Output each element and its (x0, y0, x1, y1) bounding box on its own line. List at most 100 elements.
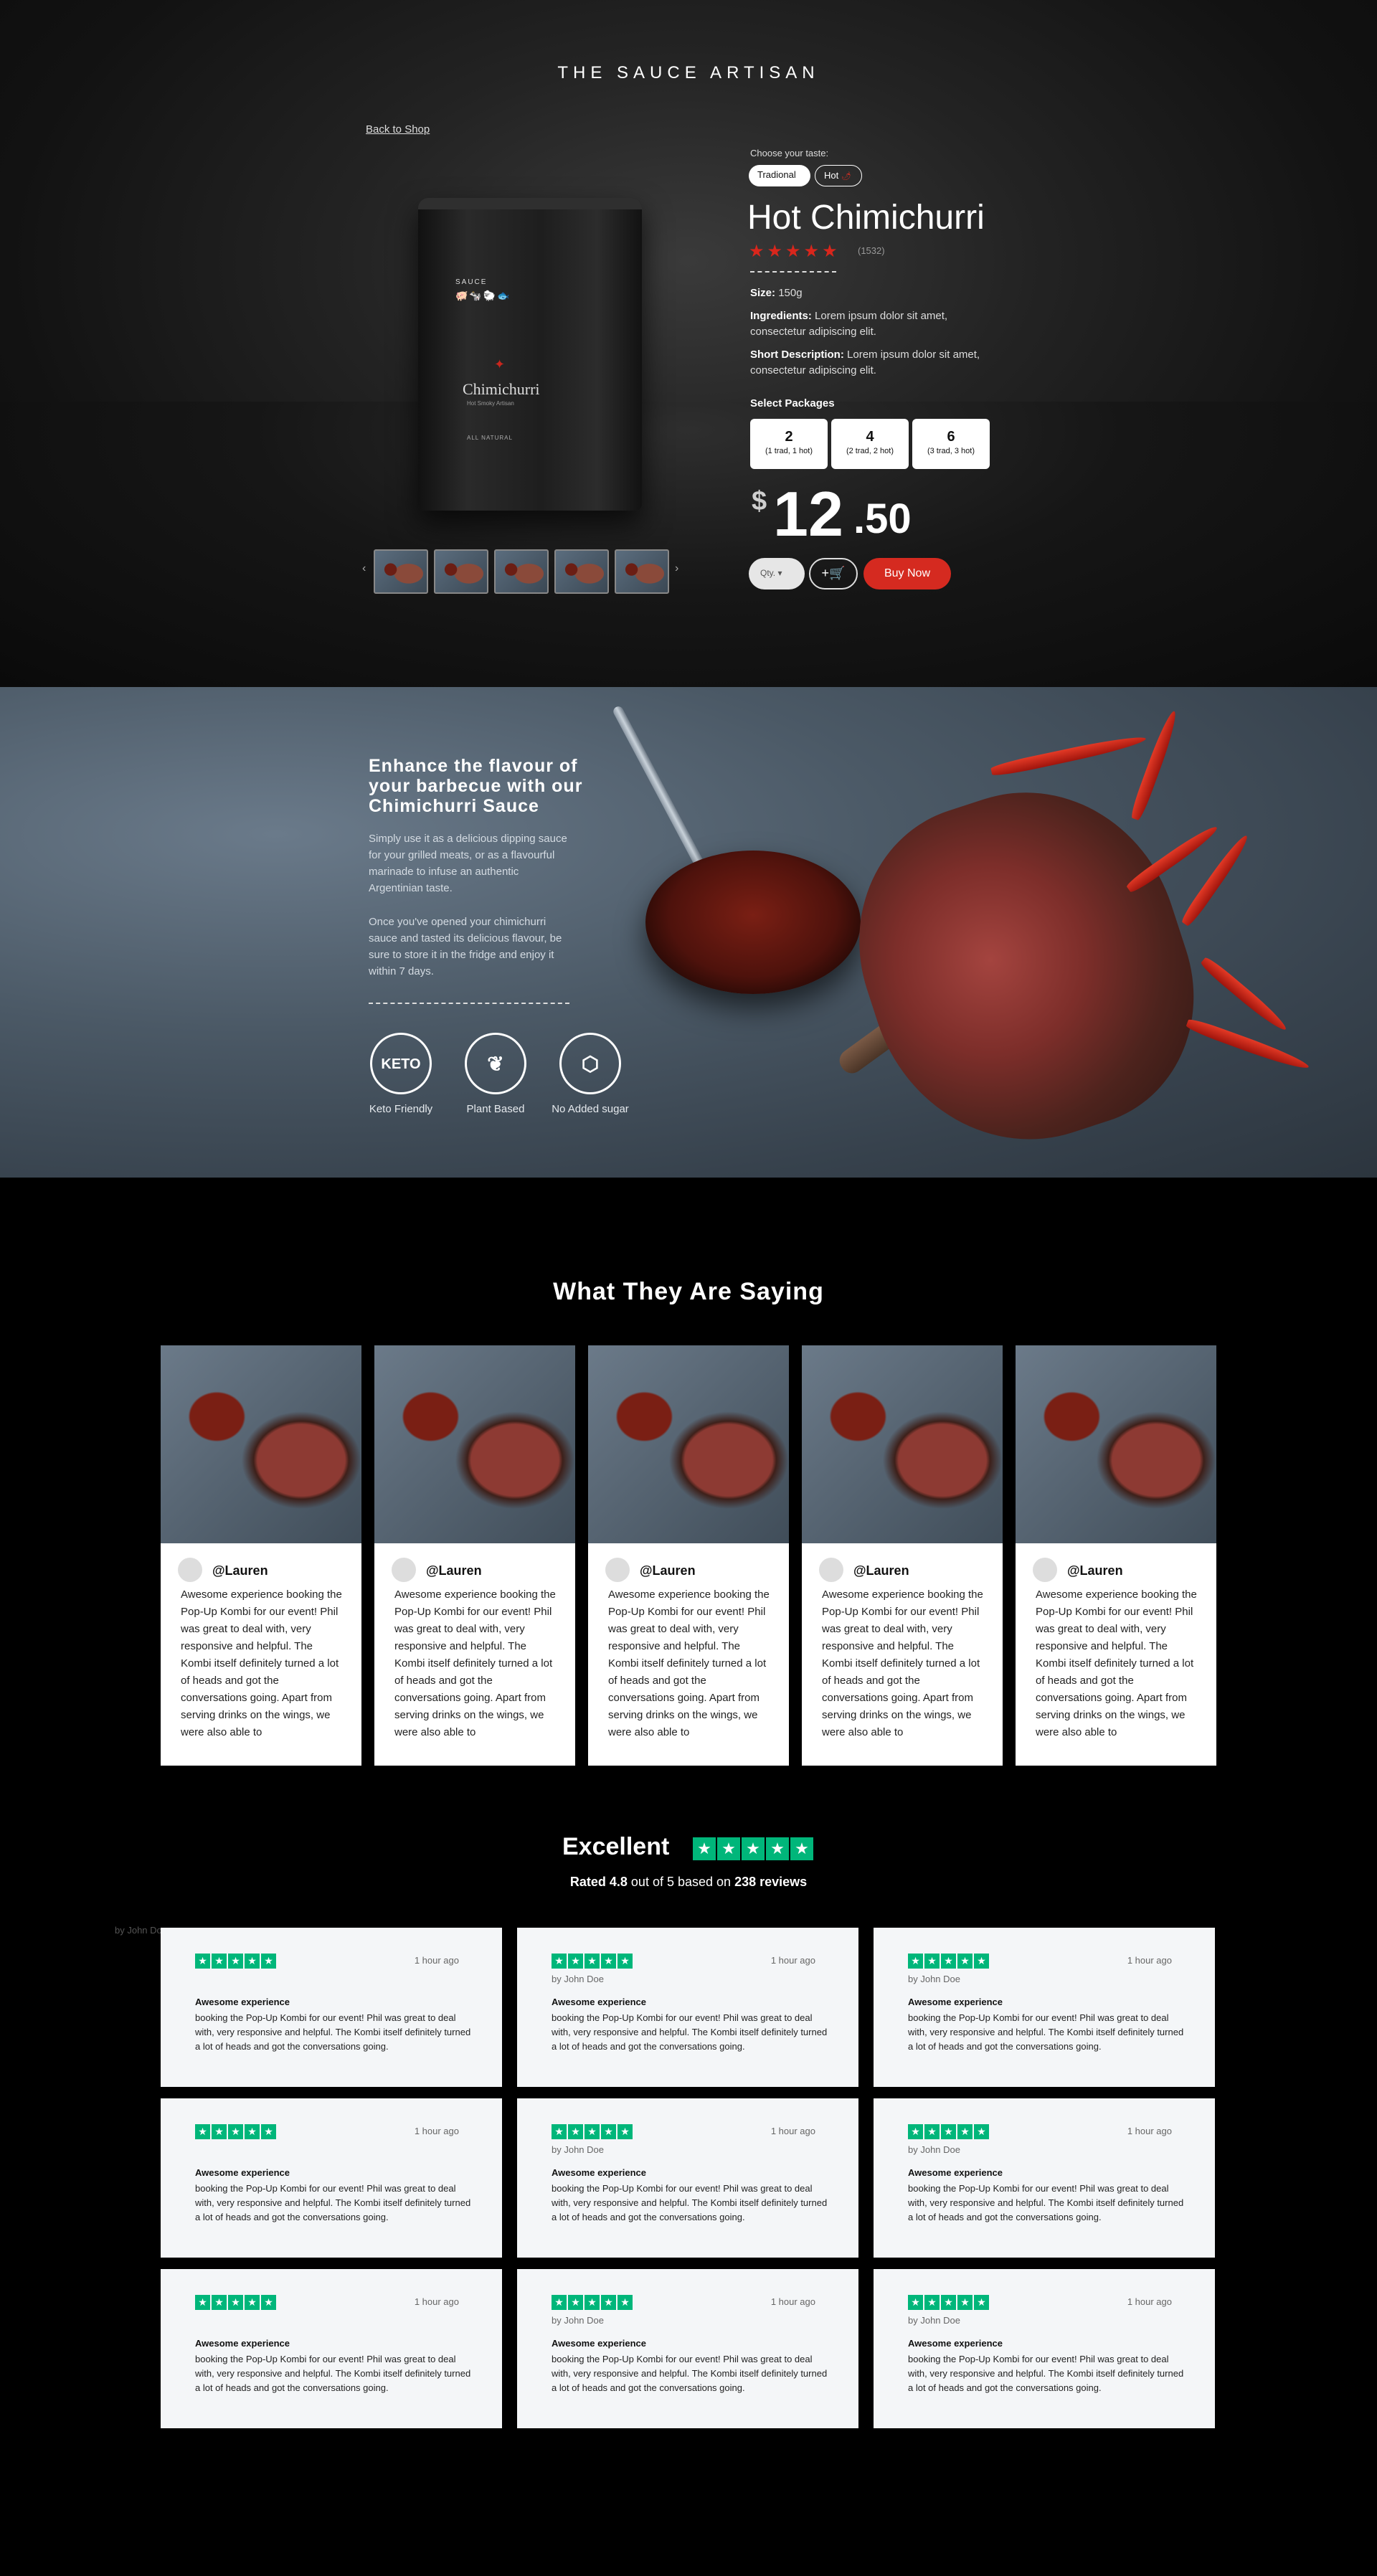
price-whole: 12 (773, 478, 843, 549)
review-time: 1 hour ago (770, 2296, 815, 2307)
gallery-thumbnail[interactable] (434, 549, 488, 594)
gallery-thumbnail[interactable] (615, 549, 669, 594)
review-card: ★ ★ ★ ★ ★ 1 hour ago by John Doe Awesome experi… (517, 1928, 858, 2087)
package-count: 6 (947, 429, 955, 445)
package-option[interactable]: 2 (1 trad, 1 hot) (750, 419, 828, 469)
star-icon: ★ (261, 2295, 276, 2310)
star-icon: ★ (601, 2124, 616, 2139)
review-card: ★ ★ ★ ★ ★ 1 hour ago by John Doe Awesome experi… (874, 2269, 1215, 2428)
star-icon: ★ (941, 2295, 956, 2310)
star-icon: ★ (261, 2124, 276, 2139)
package-detail: (3 trad, 3 hot) (927, 447, 975, 455)
chevron-down-icon: ▾ (777, 568, 782, 578)
divider (369, 1003, 569, 1004)
feature-paragraph: Once you've opened your chimichurri sauc… (369, 916, 562, 977)
testimonial-photo (374, 1345, 575, 1543)
hero-floor-backdrop (0, 402, 1377, 687)
chili-pepper-image (990, 732, 1148, 778)
pouch-subtitle: Hot Smoky Artisan (467, 400, 514, 407)
star-icon: ★ (908, 1954, 923, 1969)
star-icon: ★ (941, 1954, 956, 1969)
star-icon: ★ (195, 2295, 210, 2310)
testimonial-handle: @Lauren (212, 1563, 268, 1578)
star-icon: ★ (228, 1954, 243, 1969)
chevron-left-icon[interactable]: ‹ (362, 562, 366, 575)
pouch-seal (418, 198, 642, 209)
star-icon: ★ (212, 2295, 227, 2310)
star-icon: ★ (568, 2124, 583, 2139)
quantity-select[interactable]: Qty. ▾ (749, 558, 805, 589)
star-icon: ★ (617, 2124, 633, 2139)
packages-label: Select Packages (750, 397, 835, 409)
rating-count[interactable]: (1532) (858, 245, 885, 256)
gallery-thumbnail[interactable] (554, 549, 609, 594)
gallery-thumbnail[interactable] (374, 549, 428, 594)
review-text: booking the Pop-Up Kombi for our event! … (908, 2012, 1184, 2052)
star-icon: ★ (908, 2124, 923, 2139)
star-icon: ★ (585, 2124, 600, 2139)
buy-now-button[interactable]: Buy Now (863, 558, 951, 589)
star-icon: ★ (974, 2124, 989, 2139)
star-icon: ★ (617, 1954, 633, 1969)
review-card: ★ ★ ★ ★ ★ 1 hour ago Awesome experience booking… (161, 1928, 502, 2087)
chili-icon: ✦ (494, 357, 506, 371)
testimonial-photo (802, 1345, 1003, 1543)
star-icon: ★ (245, 2295, 260, 2310)
star-icon: ★ (601, 1954, 616, 1969)
feature-banner: Enhance the flavour of your barbecue wit… (0, 687, 1377, 1178)
testimonial-card: @Lauren Awesome experience booking the P… (161, 1345, 361, 1766)
review-text: booking the Pop-Up Kombi for our event! … (195, 2183, 471, 2222)
pouch-product-name: Chimichurri (463, 380, 540, 398)
review-title: Awesome experience (195, 2167, 290, 2178)
review-card: ★ ★ ★ ★ ★ 1 hour ago by John Doe Awesome experi… (517, 2269, 858, 2428)
star-icon: ★ (245, 1954, 260, 1969)
star-icon: ★ (924, 1954, 940, 1969)
star-icon: ★ (245, 2124, 260, 2139)
taste-option-label: Hot (824, 170, 839, 181)
review-time: 1 hour ago (770, 1955, 815, 1966)
avatar (605, 1558, 630, 1582)
testimonial-card: @Lauren Awesome experience booking the P… (374, 1345, 575, 1766)
taste-option-traditional[interactable]: Tradional (749, 165, 810, 186)
gallery-thumbnail[interactable] (494, 549, 549, 594)
size-value: 150g (778, 287, 803, 299)
review-title: Awesome experience (552, 1997, 646, 2007)
badge-label: Plant Based (466, 1103, 525, 1115)
taste-option-hot[interactable]: Hot 🌶 (815, 165, 862, 186)
review-card: ★ ★ ★ ★ ★ 1 hour ago by John Doe Awesome experi… (517, 2098, 858, 2258)
rating-stars-icon: ★★★★★ (749, 242, 841, 261)
star-icon: ★ (552, 2124, 567, 2139)
ingredients-label: Ingredients: (750, 310, 812, 322)
chili-pepper-image (1198, 955, 1290, 1035)
star-icon: ★ (924, 2295, 940, 2310)
review-text: booking the Pop-Up Kombi for our event! … (552, 2354, 828, 2393)
review-title: Awesome experience (908, 1997, 1003, 2007)
feature-paragraph: Simply use it as a delicious dipping sau… (369, 833, 567, 894)
testimonial-text: Awesome experience booking the Pop-Up Ko… (181, 1588, 342, 1738)
testimonial-handle: @Lauren (426, 1563, 482, 1578)
star-icon: ★ (195, 1954, 210, 1969)
price-cents: .50 (853, 496, 912, 542)
package-detail: (1 trad, 1 hot) (765, 447, 813, 455)
review-card: ★ ★ ★ ★ ★ 1 hour ago by John Doe Awesome experi… (874, 2098, 1215, 2258)
testimonial-handle: @Lauren (853, 1563, 909, 1578)
package-count: 4 (866, 429, 874, 445)
testimonial-text: Awesome experience booking the Pop-Up Ko… (394, 1588, 556, 1738)
star-icon: ★ (552, 2295, 567, 2310)
review-text: booking the Pop-Up Kombi for our event! … (552, 2183, 828, 2222)
add-to-cart-button[interactable]: +🛒 (809, 558, 858, 589)
chevron-right-icon[interactable]: › (675, 562, 678, 575)
product-packshot: SAUCE 🐖🐄🐑🐟 ✦ Chimichurri Hot Smoky Artis… (418, 198, 642, 511)
sugar-cube-icon: ⬡ (559, 1033, 621, 1094)
testimonial-photo (588, 1345, 789, 1543)
star-icon: ★ (941, 2124, 956, 2139)
pouch-natural-label: ALL NATURAL (467, 435, 513, 441)
back-to-shop-link[interactable]: Back to Shop (366, 123, 430, 136)
brand-logo[interactable]: THE SAUCE ARTISAN (0, 63, 1377, 83)
avatar (1033, 1558, 1057, 1582)
star-icon: ★ (974, 2295, 989, 2310)
package-option[interactable]: 6 (3 trad, 3 hot) (912, 419, 990, 469)
review-time: 1 hour ago (770, 2126, 815, 2136)
package-option[interactable]: 4 (2 trad, 2 hot) (831, 419, 909, 469)
review-title: Awesome experience (908, 2167, 1003, 2178)
